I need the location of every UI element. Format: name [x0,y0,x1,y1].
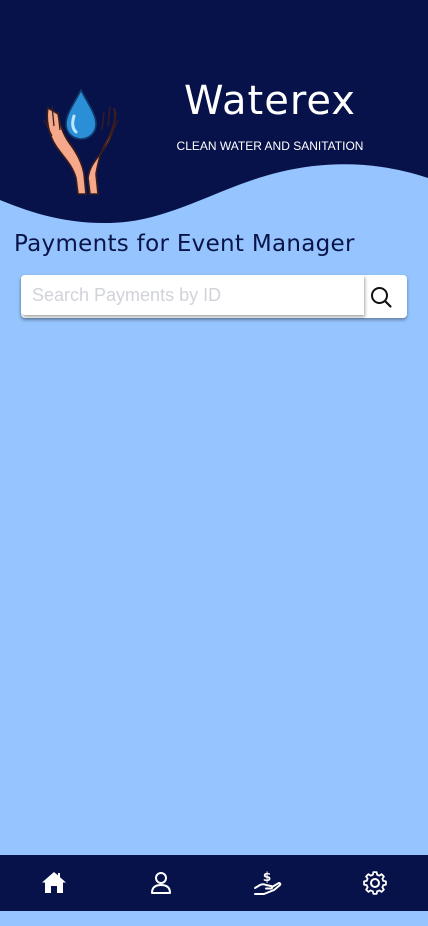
payment-hand-icon: $ [253,870,281,895]
brand-tagline: CLEAN WATER AND SANITATION [176,139,364,153]
page-title: Payments for Event Manager [14,231,355,257]
logo-hands-water-drop-icon [43,88,119,195]
header: Waterex CLEAN WATER AND SANITATION [0,0,428,230]
search-button[interactable] [355,275,407,318]
nav-profile[interactable] [131,855,191,911]
nav-settings[interactable] [345,855,405,911]
bottom-navigation: $ [0,855,428,911]
nav-payments[interactable]: $ [238,855,298,911]
search-bar [21,275,407,318]
nav-home[interactable] [24,855,84,911]
search-icon [371,286,392,308]
search-input[interactable] [21,275,364,315]
gear-icon [362,871,387,895]
home-icon [41,872,66,893]
user-icon [150,872,171,894]
brand-name: Waterex [184,78,356,124]
svg-text:$: $ [262,870,270,884]
